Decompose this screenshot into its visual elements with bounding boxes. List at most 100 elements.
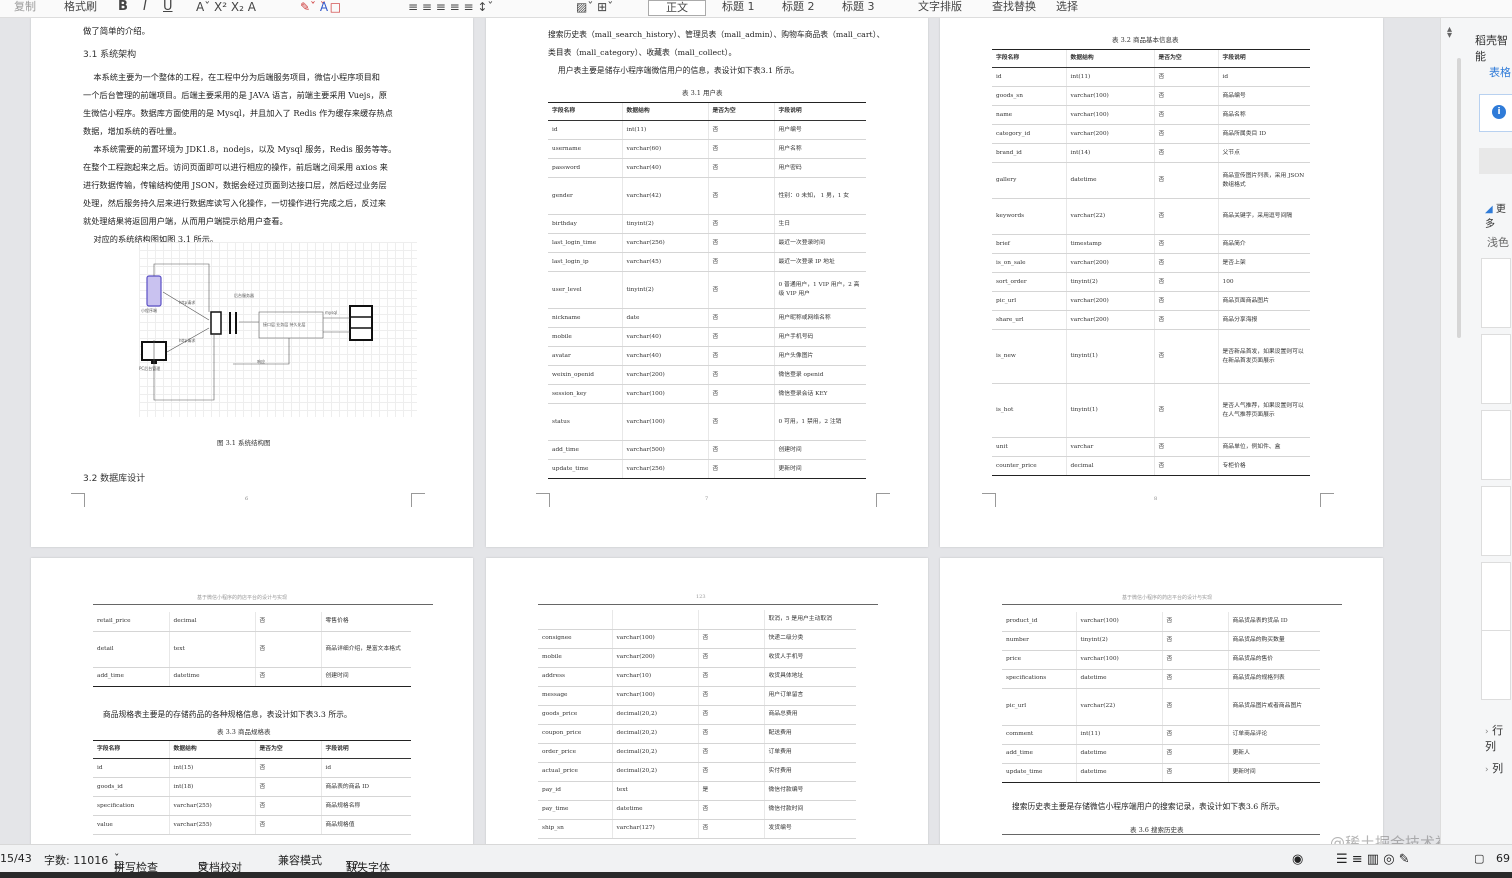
table-cell: 用户头像图片 (773, 346, 866, 366)
panel-row[interactable]: › 行列 (1485, 722, 1512, 754)
table-cell: datetime (1075, 669, 1162, 689)
table-cell: update_time (548, 459, 622, 479)
view-mode-icons[interactable]: ☰ ≡ ▥ ◎ ✎ (1336, 852, 1410, 867)
table-cell: 否 (697, 724, 764, 744)
table-row: pic_url varchar(200) 否商品页面商品图片 (992, 291, 1310, 311)
chevron-right-icon: › (1485, 765, 1489, 775)
table-row: goods_price decimal(20,2) 否商品总费用 (538, 705, 856, 725)
page-top-text: 做了简单的介绍。 (83, 26, 150, 36)
table-row: 取消，5 是用户主动取消 (538, 610, 856, 630)
table-cell: id (320, 758, 411, 778)
table-row: pay_time datetime 否微信付款时间 (538, 800, 856, 820)
text-layout-button[interactable]: 文字排版 (918, 0, 962, 14)
format-painter-button[interactable]: 格式刷 (64, 0, 97, 14)
table-cell: 否 (1161, 688, 1228, 726)
bold-button[interactable]: B (118, 0, 128, 14)
style-normal[interactable]: 正文 (648, 0, 706, 16)
table-cell: 用户编号 (773, 120, 866, 140)
table-cell: 否 (1161, 669, 1228, 689)
document-workspace[interactable]: 做了简单的介绍。 3.1 系统架构 本系统主要为一个整体的工程，在工程中分为后端… (0, 18, 1440, 844)
table-cell: 微信付款编号 (763, 781, 856, 801)
table-cell: 否 (1153, 86, 1218, 106)
style-heading-2[interactable]: 标题 2 (782, 0, 815, 14)
table-cell: decimal (168, 612, 255, 632)
status-bar: 15/43 字数: 11016 ☑ 拼写检查 ˇ ⊟ 文档校对 兼容模式 T? … (0, 844, 1512, 874)
table-cell: 商品货品的规格列表 (1227, 669, 1320, 689)
table-cell: gallery (992, 162, 1066, 199)
goods-table: 字段名称 数据结构 是否为空 字段说明 id int(11) 否 id goods_sn varc… (992, 49, 1310, 476)
table-row: order_price decimal(20,2) 否订单费用 (538, 743, 856, 763)
panel-title[interactable]: 稻壳智能 (1475, 32, 1512, 64)
table-cell: 否 (707, 327, 774, 347)
table-cell: 否 (697, 762, 764, 782)
style-heading-3[interactable]: 标题 3 (842, 0, 875, 14)
table-cell: text (611, 781, 698, 801)
table-cell: varchar(40) (621, 327, 708, 347)
table-header-cell: 是否为空 (707, 102, 774, 121)
table-cell: 否 (697, 629, 764, 649)
table-cell: 订单费用 (763, 743, 856, 763)
underline-button[interactable]: U (163, 0, 173, 14)
spec-table: 字段名称 数据结构 是否为空 字段说明 id int(15) 否 id goods_id int(… (93, 740, 411, 835)
table-header-cell: 字段名称 (93, 740, 169, 759)
table-cell: 商品分享海报 (1217, 310, 1310, 330)
panel-col[interactable]: › 列 (1485, 760, 1503, 776)
zoom-level[interactable]: 69 (1496, 852, 1510, 865)
italic-button[interactable]: I (143, 0, 147, 14)
eye-protect-icon[interactable]: ◉ (1292, 852, 1303, 867)
style-thumbnail[interactable] (1481, 562, 1511, 632)
table-cell: int(11) (621, 120, 708, 140)
table-cell: 否 (254, 796, 321, 816)
info-card[interactable]: i (1479, 94, 1512, 132)
right-side-panel: ▴ ▾ 稻壳智能 表格 i ◢ 更多 浅色 › 行列 › 列 (1440, 18, 1512, 844)
copy-button[interactable]: 复制 (14, 0, 36, 14)
table-cell: 否 (697, 705, 764, 725)
table-cell: 父节点 (1217, 143, 1310, 163)
diagram-label-pc: PC后台管理 (139, 366, 161, 371)
panel-more[interactable]: ◢ 更多 (1485, 200, 1512, 230)
table-cell: varchar(100) (611, 629, 698, 649)
table-cell: 否 (707, 158, 774, 178)
table-row: mobile varchar(200) 否收货人手机号 (538, 648, 856, 668)
page-indicator[interactable]: 15/43 (0, 852, 32, 865)
select-button[interactable]: 选择 (1056, 0, 1078, 14)
table-cell: varchar(100) (1075, 650, 1162, 670)
info-icon: i (1492, 105, 1506, 119)
diagram-label-response: 响应 (257, 359, 265, 364)
table-cell: 否 (1153, 162, 1218, 199)
table-cell: 否 (1153, 234, 1218, 254)
panel-light-color[interactable]: 浅色 (1487, 234, 1509, 250)
table-cell: 否 (697, 743, 764, 763)
find-replace-button[interactable]: 查找替换 (992, 0, 1036, 14)
table-cell: nickname (548, 308, 622, 328)
style-thumbnail[interactable] (1481, 486, 1511, 556)
word-count[interactable]: 字数: 11016 (44, 852, 108, 868)
table-cell: 否 (1161, 631, 1228, 651)
style-thumbnail[interactable] (1481, 258, 1511, 328)
spell-check-button[interactable]: ☑ 拼写检查 ˇ (114, 852, 158, 874)
table-cell: tinyint(2) (1075, 631, 1162, 651)
style-thumbnail[interactable] (1481, 630, 1511, 700)
diagram-label-interface: 接口层 业务层 持久化层 (263, 322, 306, 327)
font-size-icon[interactable]: Aˇ X² X₂ A (196, 0, 256, 14)
align-icons[interactable]: ≡ ≡ ≡ ≡ ≡ ↕ˇ (408, 0, 493, 14)
style-heading-1[interactable]: 标题 1 (722, 0, 755, 14)
table-cell: 配送费用 (763, 724, 856, 744)
table-row: share_url varchar(200) 否商品分享海报 (992, 310, 1310, 330)
table-cell: 创建时间 (320, 667, 411, 687)
table-cell: 否 (1153, 124, 1218, 144)
panel-tab-table[interactable]: 表格 (1489, 64, 1511, 80)
highlight-icon[interactable]: ✎ˇ Aˇ □ (300, 0, 341, 14)
table-cell: avatar (548, 346, 622, 366)
fullscreen-icon[interactable]: ▢ (1474, 852, 1484, 865)
style-thumbnail[interactable] (1481, 410, 1511, 480)
vertical-scrollbar[interactable] (1457, 58, 1461, 338)
table-cell: weixin_openid (548, 365, 622, 385)
table-cell: mobile (538, 648, 612, 668)
table-cell: varchar(127) (611, 819, 698, 839)
compat-mode-label[interactable]: 兼容模式 (278, 852, 322, 868)
scroll-down-icon[interactable]: ▾ (1447, 30, 1452, 41)
shading-icons[interactable]: ▨ˇ ⊞ˇ (576, 0, 613, 14)
style-thumbnail[interactable] (1481, 334, 1511, 404)
table-cell: 否 (254, 758, 321, 778)
